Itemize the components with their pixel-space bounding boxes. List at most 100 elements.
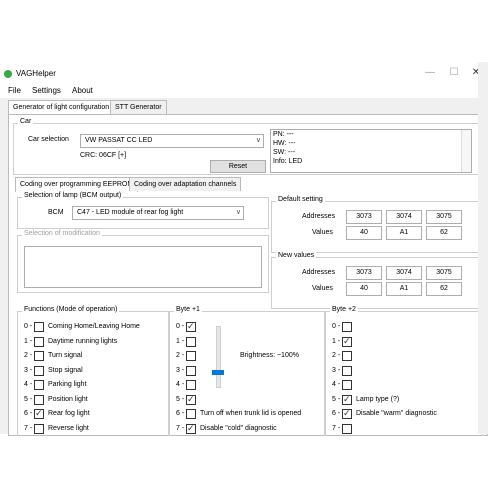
new-value-field[interactable]: 62	[426, 282, 462, 296]
checkbox[interactable]	[34, 365, 44, 376]
info-sw: SW: ---	[273, 149, 296, 156]
checkbox[interactable]	[342, 408, 352, 419]
checkbox[interactable]	[186, 336, 196, 347]
app-window: VAGHelper — ☐ ✕ File Settings About Gene…	[0, 62, 488, 436]
car-group: Car Car selection VW PASSAT CC LED ∨ CRC…	[13, 118, 483, 175]
modification-list[interactable]	[24, 246, 262, 288]
default-value-field: 40	[346, 226, 382, 240]
checkbox[interactable]	[342, 394, 352, 405]
checkbox[interactable]	[342, 322, 352, 332]
checkbox[interactable]	[186, 380, 196, 390]
checkbox[interactable]	[342, 351, 352, 361]
bit-number: 6 -	[176, 410, 185, 417]
checkbox[interactable]	[34, 408, 44, 419]
checkbox[interactable]	[342, 336, 352, 347]
checkbox[interactable]	[34, 322, 44, 332]
option-label: Disable "cold" diagnostic	[200, 424, 277, 432]
byte2-group-title: Byte +2	[330, 306, 358, 313]
checkbox[interactable]	[34, 394, 44, 405]
new-value-field[interactable]: A1	[386, 282, 422, 296]
checkbox[interactable]	[186, 423, 196, 434]
checkbox[interactable]	[186, 321, 196, 332]
checkbox[interactable]	[186, 351, 196, 361]
chevron-down-icon: ∨	[235, 209, 241, 216]
tab-light-configuration[interactable]: Generator of light configuration	[8, 100, 115, 115]
menu-file[interactable]: File	[8, 86, 21, 95]
bit-number: 5 -	[332, 395, 341, 403]
checkbox[interactable]	[342, 423, 352, 434]
info-scrollbar[interactable]	[461, 130, 471, 172]
crc-text: CRC: 06CF [+]	[80, 152, 127, 159]
car-selection-dropdown[interactable]: VW PASSAT CC LED ∨	[80, 134, 264, 148]
bcm-dropdown[interactable]: C47 - LED module of rear fog light ∨	[72, 206, 244, 220]
bit-number: 2 -	[332, 352, 341, 359]
bcm-label: BCM	[48, 209, 64, 216]
default-addresses-label: Addresses	[302, 213, 336, 220]
checkbox[interactable]	[34, 336, 44, 347]
minimize-icon[interactable]: —	[420, 66, 440, 80]
modification-group: Selection of modification	[17, 230, 269, 293]
default-address-field: 3073	[346, 210, 382, 224]
new-address-field[interactable]: 3075	[426, 266, 462, 280]
car-info-box: PN: --- HW: --- SW: --- Info: LED	[270, 129, 472, 173]
byte1-group-title: Byte +1	[174, 306, 202, 313]
new-addresses-label: Addresses	[302, 269, 336, 276]
option-label: Stop signal	[48, 366, 83, 374]
tab-coding-adaptation[interactable]: Coding over adaptation channels	[129, 177, 242, 191]
new-values-title: New values	[276, 252, 317, 259]
bit-number: 3 -	[24, 366, 33, 374]
functions-group-title: Functions (Mode of operation)	[22, 306, 120, 313]
new-address-field[interactable]: 3074	[386, 266, 422, 280]
car-group-title: Car	[18, 118, 34, 125]
bit-number: 7 -	[332, 424, 341, 432]
checkbox[interactable]	[186, 409, 196, 419]
bit-number: 1 -	[24, 337, 33, 345]
default-value-field: 62	[426, 226, 462, 240]
bit-number: 0 -	[332, 323, 341, 330]
checkbox[interactable]	[186, 365, 196, 376]
bit-number: 7 -	[176, 424, 185, 432]
checkbox[interactable]	[34, 423, 44, 434]
menu-settings[interactable]: Settings	[32, 86, 61, 95]
bit-number: 0 -	[176, 323, 185, 330]
brightness-slider-thumb[interactable]	[212, 370, 224, 375]
option-label: Parking light	[48, 381, 87, 388]
info-hw: HW: ---	[273, 140, 296, 147]
checkbox[interactable]	[34, 351, 44, 361]
menu-bar: File Settings About	[0, 84, 488, 98]
window-scrollbar[interactable]	[478, 62, 488, 434]
bit-number: 6 -	[332, 410, 341, 417]
new-value-field[interactable]: 40	[346, 282, 382, 296]
new-address-field[interactable]: 3073	[346, 266, 382, 280]
maximize-icon[interactable]: ☐	[444, 66, 464, 80]
bit-number: 4 -	[332, 381, 341, 388]
byte1-group: Byte +1 0 - 1 - 2 - 3 - 4 - 5 - 6 - Turn off wh…	[169, 306, 325, 436]
bit-number: 3 -	[176, 366, 185, 374]
checkbox[interactable]	[342, 380, 352, 390]
lamp-group-title: Selection of lamp (BCM output)	[22, 192, 124, 199]
reset-button[interactable]: Reset	[210, 160, 266, 173]
modification-group-title: Selection of modification	[22, 230, 102, 237]
byte2-group: Byte +2 0 - 1 - 2 - 3 - 4 - 5 - Lamp type (?) 6…	[325, 306, 483, 436]
brightness-label: Brightness: ~100%	[240, 352, 299, 359]
option-label: Turn off when trunk lid is opened	[200, 410, 302, 417]
option-label: Daytime running lights	[48, 337, 118, 345]
functions-group: Functions (Mode of operation) 0 - Coming …	[17, 306, 169, 436]
checkbox[interactable]	[342, 365, 352, 376]
checkbox[interactable]	[34, 380, 44, 390]
option-label: Position light	[48, 395, 88, 403]
tab-coding-eeprom[interactable]: Coding over programming EEPROM	[15, 177, 139, 192]
option-label: Disable "warm" diagnostic	[356, 410, 437, 417]
app-icon	[4, 70, 12, 78]
brightness-slider-track[interactable]	[216, 326, 221, 388]
option-label: Turn signal	[48, 352, 83, 359]
tab-stt-generator[interactable]: STT Generator	[110, 100, 167, 114]
checkbox[interactable]	[186, 394, 196, 405]
bit-number: 4 -	[24, 381, 33, 388]
car-selection-value: VW PASSAT CC LED	[85, 137, 153, 144]
bit-number: 5 -	[176, 395, 185, 403]
menu-about[interactable]: About	[72, 86, 93, 95]
bcm-value: C47 - LED module of rear fog light	[77, 209, 184, 216]
option-label: Rear fog light	[48, 410, 90, 417]
car-selection-label: Car selection	[28, 136, 69, 143]
